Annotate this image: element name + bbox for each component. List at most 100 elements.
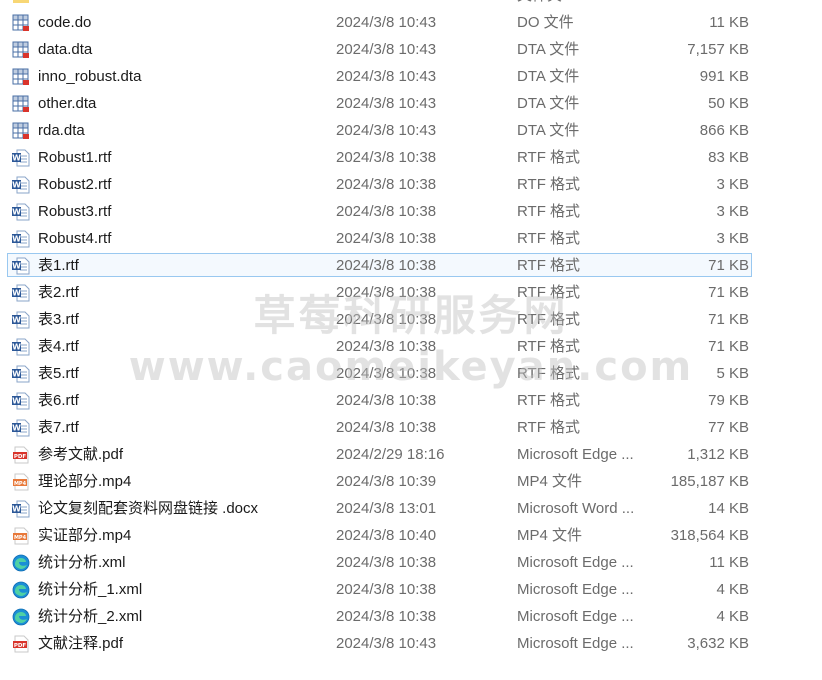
word-doc-icon: W xyxy=(12,230,30,248)
file-row[interactable]: PDF 文献注释.pdf 2024/3/8 10:43 Microsoft Edge … xyxy=(0,630,822,657)
svg-text:W: W xyxy=(12,235,21,244)
word-doc-icon: W xyxy=(12,203,30,221)
file-date-modified: 2024/3/8 10:38 xyxy=(336,176,437,193)
file-row[interactable]: other.dta 2024/3/8 10:43 DTA 文件 50 KB xyxy=(0,90,822,117)
file-type: RTF 格式 xyxy=(517,203,581,220)
mp4-icon: MP4 xyxy=(12,527,30,545)
edge-icon xyxy=(12,581,30,599)
file-row[interactable]: code.do 2024/3/8 10:43 DO 文件 11 KB xyxy=(0,9,822,36)
file-row[interactable]: W Robust1.rtf 2024/3/8 10:38 RTF 格式 83 KB xyxy=(0,144,822,171)
file-size: 5 KB xyxy=(716,365,749,382)
file-size: 7,157 KB xyxy=(687,41,749,58)
file-row[interactable]: data.dta 2024/3/8 10:43 DTA 文件 7,157 KB xyxy=(0,36,822,63)
file-date-modified: 2024/3/8 10:43 xyxy=(336,68,437,85)
file-size: 71 KB xyxy=(708,311,749,328)
file-type: Microsoft Edge ... xyxy=(517,635,634,652)
file-type: RTF 格式 xyxy=(517,311,581,328)
file-row[interactable]: inno_robust.dta 2024/3/8 10:43 DTA 文件 991 K… xyxy=(0,63,822,90)
word-doc-icon: W xyxy=(12,284,30,302)
file-type: RTF 格式 xyxy=(517,284,581,301)
file-row[interactable]: W 表7.rtf 2024/3/8 10:38 RTF 格式 77 KB xyxy=(0,414,822,441)
file-date-modified: 2024/3/8 10:38 xyxy=(336,419,437,436)
file-size: 1,312 KB xyxy=(687,446,749,463)
file-row[interactable]: code 2024/3/8 9:08 文件夹 xyxy=(0,0,822,9)
file-name: 表4.rtf xyxy=(38,338,79,355)
file-row[interactable]: W 表1.rtf 2024/3/8 10:38 RTF 格式 71 KB xyxy=(0,252,822,279)
svg-text:W: W xyxy=(12,181,21,190)
svg-text:PDF: PDF xyxy=(14,454,27,460)
svg-text:W: W xyxy=(12,262,21,271)
word-doc-icon: W xyxy=(12,176,30,194)
file-size: 185,187 KB xyxy=(670,473,749,490)
file-name: code.do xyxy=(38,14,92,31)
svg-text:W: W xyxy=(12,316,21,325)
file-date-modified: 2024/3/8 10:38 xyxy=(336,554,437,571)
file-name: rda.dta xyxy=(38,122,85,139)
file-row[interactable]: W 表6.rtf 2024/3/8 10:38 RTF 格式 79 KB xyxy=(0,387,822,414)
file-name: Robust2.rtf xyxy=(38,176,112,193)
file-name: Robust1.rtf xyxy=(38,149,112,166)
file-name: 理论部分.mp4 xyxy=(38,473,132,490)
file-size: 3 KB xyxy=(716,230,749,247)
file-type: DO 文件 xyxy=(517,14,574,31)
word-doc-icon: W xyxy=(12,419,30,437)
svg-text:W: W xyxy=(12,397,21,406)
file-size: 71 KB xyxy=(708,284,749,301)
folder-icon xyxy=(12,0,30,5)
file-date-modified: 2024/3/8 10:38 xyxy=(336,230,437,247)
word-doc-icon: W xyxy=(12,149,30,167)
file-name: 统计分析.xml xyxy=(38,554,126,571)
file-row[interactable]: 统计分析_2.xml 2024/3/8 10:38 Microsoft Edge .… xyxy=(0,603,822,630)
file-type: Microsoft Edge ... xyxy=(517,554,634,571)
file-size: 79 KB xyxy=(708,392,749,409)
file-row[interactable]: W 表2.rtf 2024/3/8 10:38 RTF 格式 71 KB xyxy=(0,279,822,306)
file-size: 77 KB xyxy=(708,419,749,436)
file-row[interactable]: W Robust2.rtf 2024/3/8 10:38 RTF 格式 3 KB xyxy=(0,171,822,198)
file-date-modified: 2024/3/8 10:43 xyxy=(336,95,437,112)
edge-icon xyxy=(12,554,30,572)
file-name: other.dta xyxy=(38,95,97,112)
word-doc-icon: W xyxy=(12,500,30,518)
file-row[interactable]: MP4 实证部分.mp4 2024/3/8 10:40 MP4 文件 318,564 K… xyxy=(0,522,822,549)
file-size: 866 KB xyxy=(699,122,749,139)
pdf-icon: PDF xyxy=(12,635,30,653)
stata-file-icon xyxy=(12,14,30,32)
file-name: 表3.rtf xyxy=(38,311,79,328)
file-row[interactable]: 统计分析_1.xml 2024/3/8 10:38 Microsoft Edge .… xyxy=(0,576,822,603)
file-type: Microsoft Edge ... xyxy=(517,608,634,625)
svg-text:MP4: MP4 xyxy=(14,481,27,487)
file-date-modified: 2024/3/8 10:38 xyxy=(336,392,437,409)
file-row[interactable]: W 表3.rtf 2024/3/8 10:38 RTF 格式 71 KB xyxy=(0,306,822,333)
file-size: 11 KB xyxy=(709,554,749,571)
file-name: Robust3.rtf xyxy=(38,203,112,220)
word-doc-icon: W xyxy=(12,365,30,383)
file-row[interactable]: W 表4.rtf 2024/3/8 10:38 RTF 格式 71 KB xyxy=(0,333,822,360)
file-size: 4 KB xyxy=(716,581,749,598)
svg-text:W: W xyxy=(12,505,21,514)
file-size: 14 KB xyxy=(708,500,749,517)
file-date-modified: 2024/2/29 18:16 xyxy=(336,446,445,463)
file-row[interactable]: W Robust4.rtf 2024/3/8 10:38 RTF 格式 3 KB xyxy=(0,225,822,252)
file-row[interactable]: rda.dta 2024/3/8 10:43 DTA 文件 866 KB xyxy=(0,117,822,144)
file-name: 参考文献.pdf xyxy=(38,446,124,463)
file-row[interactable]: MP4 理论部分.mp4 2024/3/8 10:39 MP4 文件 185,187 K… xyxy=(0,468,822,495)
file-size: 11 KB xyxy=(709,14,749,31)
file-size: 3 KB xyxy=(716,176,749,193)
file-name: 文献注释.pdf xyxy=(38,635,124,652)
svg-text:W: W xyxy=(12,424,21,433)
file-row[interactable]: 统计分析.xml 2024/3/8 10:38 Microsoft Edge ...… xyxy=(0,549,822,576)
file-row[interactable]: W 论文复刻配套资料网盘链接 .docx 2024/3/8 13:01 Microso… xyxy=(0,495,822,522)
file-row[interactable]: PDF 参考文献.pdf 2024/2/29 18:16 Microsoft Edge… xyxy=(0,441,822,468)
file-type: MP4 文件 xyxy=(517,473,583,490)
file-type: 文件夹 xyxy=(517,0,562,9)
file-date-modified: 2024/3/8 10:38 xyxy=(336,284,437,301)
file-size: 71 KB xyxy=(708,338,749,355)
file-type: DTA 文件 xyxy=(517,68,580,85)
file-row[interactable]: W Robust3.rtf 2024/3/8 10:38 RTF 格式 3 KB xyxy=(0,198,822,225)
file-size: 991 KB xyxy=(699,68,749,85)
svg-text:W: W xyxy=(12,289,21,298)
file-date-modified: 2024/3/8 10:38 xyxy=(336,311,437,328)
file-row[interactable]: W 表5.rtf 2024/3/8 10:38 RTF 格式 5 KB xyxy=(0,360,822,387)
mp4-icon: MP4 xyxy=(12,473,30,491)
file-date-modified: 2024/3/8 10:38 xyxy=(336,608,437,625)
